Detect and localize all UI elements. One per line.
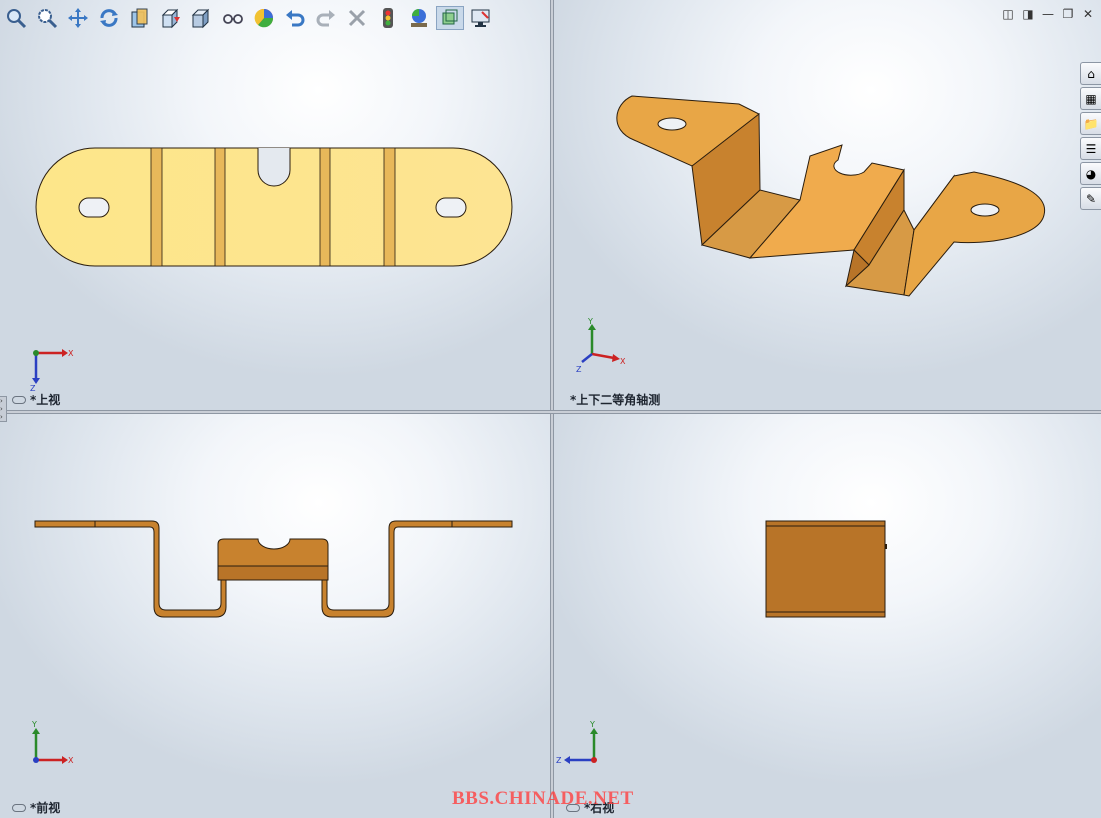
triad-x-label: X bbox=[620, 357, 626, 366]
viewport-top[interactable]: X Z *上视 bbox=[0, 0, 550, 410]
task-pane: ⌂ ▦ 📁 ☰ ◕ ✎ bbox=[1080, 62, 1101, 210]
axis-triad-right: Y Z bbox=[556, 720, 598, 765]
triad-y-label: Y bbox=[589, 720, 595, 729]
triad-x-label: X bbox=[68, 756, 74, 765]
viewport-label-text: *上下二等角轴测 bbox=[570, 393, 661, 407]
axis-triad-front: Y X bbox=[31, 720, 74, 765]
dimetric-view-model bbox=[616, 95, 1046, 297]
triad-x-label: X bbox=[68, 349, 74, 358]
viewport-label: *上下二等角轴测 bbox=[570, 391, 660, 408]
resources-home-icon[interactable]: ⌂ bbox=[1080, 62, 1101, 85]
triad-z-label: Z bbox=[556, 756, 562, 765]
viewport-dimetric[interactable]: ◫ ◨ — ❐ ✕ ⌂ ▦ 📁 ☰ ◕ ✎ Y X Z *上下二等角轴测 bbox=[554, 0, 1101, 410]
file-explorer-icon[interactable]: 📁 bbox=[1080, 112, 1101, 135]
horizontal-splitter[interactable] bbox=[0, 410, 1101, 414]
right-view-model bbox=[765, 520, 887, 618]
viewport-label: *上视 bbox=[12, 391, 60, 408]
appearances-icon[interactable]: ◕ bbox=[1080, 162, 1101, 185]
top-view-model bbox=[35, 147, 513, 267]
viewport-label-text: *前视 bbox=[30, 801, 61, 815]
view-palette-icon[interactable]: ☰ bbox=[1080, 137, 1101, 160]
link-views-icon[interactable] bbox=[12, 395, 26, 404]
viewport-right[interactable]: Y Z *右视 bbox=[554, 414, 1101, 818]
viewport-label-text: *上视 bbox=[30, 393, 61, 407]
triad-y-label: Y bbox=[587, 318, 593, 326]
watermark: BBS.CHINADE.NET bbox=[452, 788, 634, 809]
design-library-icon[interactable]: ▦ bbox=[1080, 87, 1101, 110]
triad-y-label: Y bbox=[31, 720, 37, 729]
panel-collapse-handle[interactable]: › › › bbox=[0, 396, 7, 422]
link-views-icon[interactable] bbox=[12, 803, 26, 812]
triad-z-label: Z bbox=[576, 365, 582, 374]
custom-properties-icon[interactable]: ✎ bbox=[1080, 187, 1101, 210]
front-view-model bbox=[34, 520, 513, 618]
axis-triad-top: X Z bbox=[30, 349, 74, 392]
viewport-label: *前视 bbox=[12, 799, 60, 816]
viewport-front[interactable]: Y X *前视 bbox=[0, 414, 550, 818]
vertical-splitter[interactable] bbox=[550, 0, 554, 818]
axis-triad-dimetric: Y X Z bbox=[576, 318, 626, 374]
